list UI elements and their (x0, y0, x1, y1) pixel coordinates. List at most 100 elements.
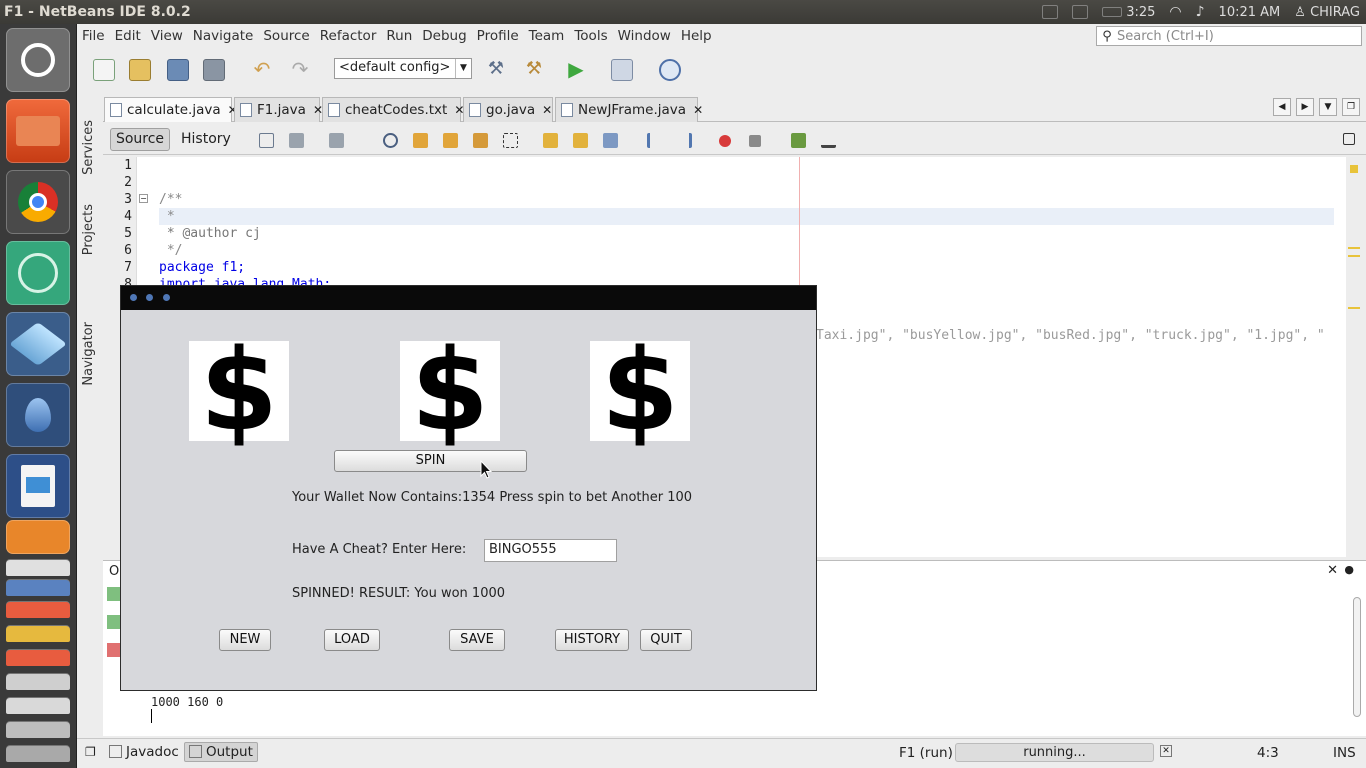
impress-icon[interactable] (6, 454, 70, 518)
quit-button[interactable]: QUIT (640, 629, 692, 651)
menu-debug[interactable]: Debug (417, 28, 471, 44)
record-macro-icon[interactable] (719, 135, 731, 147)
warning-marker[interactable] (1348, 247, 1360, 249)
restore-icon[interactable]: ❐ (85, 745, 96, 759)
warning-marker[interactable] (1350, 165, 1358, 173)
config-select[interactable]: <default config> ▼ (334, 58, 472, 79)
projects-tab[interactable]: Projects (81, 204, 96, 255)
spin-button[interactable]: SPIN (334, 450, 527, 472)
history-tab[interactable]: History (181, 128, 231, 151)
stacked-launcher-item[interactable] (6, 602, 70, 618)
start-pattern-icon[interactable] (791, 133, 806, 148)
open-project-icon[interactable] (167, 59, 189, 81)
files-icon[interactable] (6, 99, 70, 163)
netbeans-icon[interactable] (6, 312, 70, 376)
chrome-icon[interactable] (6, 170, 70, 234)
close-icon[interactable]: ✕ (542, 103, 552, 117)
scroll-right-icon[interactable]: ▶ (1296, 98, 1314, 116)
stacked-launcher-item[interactable] (6, 698, 70, 714)
new-button[interactable]: NEW (219, 629, 271, 651)
tab-go-java[interactable]: go.java ✕ (463, 97, 553, 122)
shift-left-icon[interactable] (647, 133, 662, 148)
menu-profile[interactable]: Profile (472, 28, 524, 44)
stacked-launcher-item[interactable] (6, 580, 70, 596)
battery-icon[interactable]: 3:25 (1102, 5, 1155, 20)
stop-icon[interactable] (107, 643, 121, 657)
run-label[interactable]: F1 (run) (899, 745, 953, 761)
menu-file[interactable]: File (77, 28, 110, 44)
save-all-icon[interactable] (203, 59, 225, 81)
stop-macro-icon[interactable] (749, 135, 761, 147)
restore-window-icon[interactable]: ❐ (1342, 98, 1360, 116)
mail-icon[interactable] (1072, 5, 1089, 19)
menu-team[interactable]: Team (524, 28, 570, 44)
tab-cheatcodes-txt[interactable]: cheatCodes.txt ✕ (322, 97, 464, 122)
menu-window[interactable]: Window (613, 28, 676, 44)
menu-run[interactable]: Run (381, 28, 417, 44)
minimize-icon[interactable]: ● (1344, 563, 1354, 576)
source-tab[interactable]: Source (110, 128, 170, 151)
services-tab[interactable]: Services (81, 120, 96, 175)
javadoc-tab[interactable]: Javadoc (109, 744, 179, 760)
navigator-tab[interactable]: Navigator (81, 322, 96, 386)
minimize-window-icon[interactable] (146, 294, 153, 301)
clean-build-icon[interactable]: ⚒ (523, 59, 545, 81)
show-opened-documents-icon[interactable]: ▼ (1319, 98, 1337, 116)
debug-icon[interactable] (611, 59, 633, 81)
cheat-input[interactable]: BINGO555 (484, 539, 617, 562)
next-bookmark-icon[interactable] (573, 133, 588, 148)
new-project-icon[interactable] (129, 59, 151, 81)
output-tab[interactable]: Output (184, 742, 258, 762)
menu-tools[interactable]: Tools (569, 28, 612, 44)
menu-navigate[interactable]: Navigate (188, 28, 259, 44)
undo-icon[interactable]: ↶ (251, 59, 273, 81)
toggle-bookmark-icon[interactable] (603, 133, 618, 148)
atom-icon[interactable] (6, 241, 70, 305)
build-icon[interactable]: ⚒ (485, 59, 507, 81)
close-window-icon[interactable] (130, 294, 137, 301)
output-scrollbar[interactable] (1352, 591, 1362, 731)
menu-refactor[interactable]: Refactor (315, 28, 382, 44)
tab-newjframe-java[interactable]: NewJFrame.java ✕ (555, 97, 703, 122)
warning-marker[interactable] (1348, 255, 1360, 257)
tab-f1-java[interactable]: F1.java ✕ (234, 97, 323, 122)
history-button[interactable]: HISTORY (555, 629, 629, 651)
new-file-icon[interactable] (93, 59, 115, 81)
vlc-icon[interactable] (6, 520, 70, 554)
forward-icon[interactable] (329, 133, 344, 148)
maximize-window-icon[interactable] (163, 294, 170, 301)
dialog-title-bar[interactable] (121, 286, 816, 310)
find-previous-icon[interactable] (413, 133, 428, 148)
toggle-highlight-icon[interactable] (473, 133, 488, 148)
stacked-launcher-item[interactable] (6, 746, 70, 762)
dash-home-icon[interactable] (6, 28, 70, 92)
save-button[interactable]: SAVE (449, 629, 505, 651)
previous-bookmark-icon[interactable] (543, 133, 558, 148)
volume-icon[interactable]: ♪ (1196, 4, 1205, 20)
load-button[interactable]: LOAD (324, 629, 380, 651)
menu-source[interactable]: Source (258, 28, 314, 44)
stacked-launcher-item[interactable] (6, 650, 70, 666)
menu-view[interactable]: View (146, 28, 188, 44)
progress-bar[interactable]: running... (955, 743, 1154, 762)
wifi-icon[interactable]: ◠ (1169, 4, 1181, 20)
fold-icon[interactable]: − (139, 194, 148, 203)
toggle-rect-selection-icon[interactable] (503, 133, 518, 148)
find-icon[interactable] (383, 133, 398, 148)
shift-right-icon[interactable] (677, 133, 692, 148)
redo-icon[interactable]: ↷ (289, 59, 311, 81)
stacked-launcher-item[interactable] (6, 674, 70, 690)
find-next-icon[interactable] (443, 133, 458, 148)
rerun-icon[interactable] (107, 587, 121, 601)
user-menu[interactable]: ♙ CHIRAG (1294, 5, 1360, 20)
clock[interactable]: 10:21 AM (1219, 5, 1281, 20)
search-input[interactable]: ⚲ Search (Ctrl+I) (1096, 26, 1362, 46)
close-icon[interactable]: ✕ (693, 103, 703, 117)
stacked-launcher-item[interactable] (6, 722, 70, 738)
last-edit-icon[interactable] (259, 133, 274, 148)
comment-icon[interactable] (821, 133, 836, 148)
stacked-launcher-item[interactable] (6, 560, 70, 576)
profile-icon[interactable] (659, 59, 681, 81)
close-icon[interactable]: ✕ (1327, 563, 1338, 578)
maximize-editor-icon[interactable] (1343, 133, 1355, 145)
